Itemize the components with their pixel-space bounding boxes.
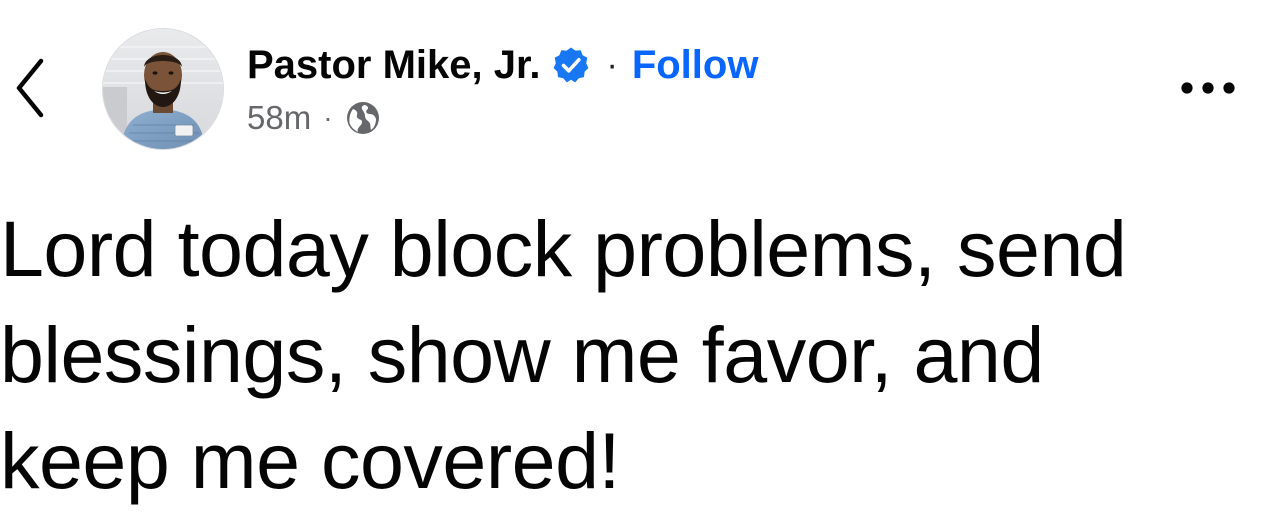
verified-badge-icon	[552, 46, 590, 84]
chevron-left-icon	[16, 58, 44, 118]
more-options-button[interactable]	[1168, 64, 1248, 112]
post-timestamp[interactable]: 58m	[247, 99, 311, 137]
follow-button[interactable]: Follow	[632, 43, 759, 88]
avatar[interactable]	[102, 28, 224, 150]
author-name[interactable]: Pastor Mike, Jr.	[247, 43, 540, 88]
globe-icon[interactable]	[345, 100, 381, 136]
post-text: Lord today block problems, send blessing…	[0, 204, 1127, 505]
separator-dot: ·	[323, 102, 333, 133]
post-meta: 58m ·	[247, 96, 381, 140]
post-header: Pastor Mike, Jr. · Follow 58m ·	[0, 0, 1278, 170]
separator-dot: ·	[606, 45, 618, 84]
author-photo	[103, 29, 223, 149]
author-row: Pastor Mike, Jr. · Follow	[247, 40, 758, 90]
back-button[interactable]	[4, 52, 56, 124]
more-horizontal-icon	[1181, 82, 1235, 94]
